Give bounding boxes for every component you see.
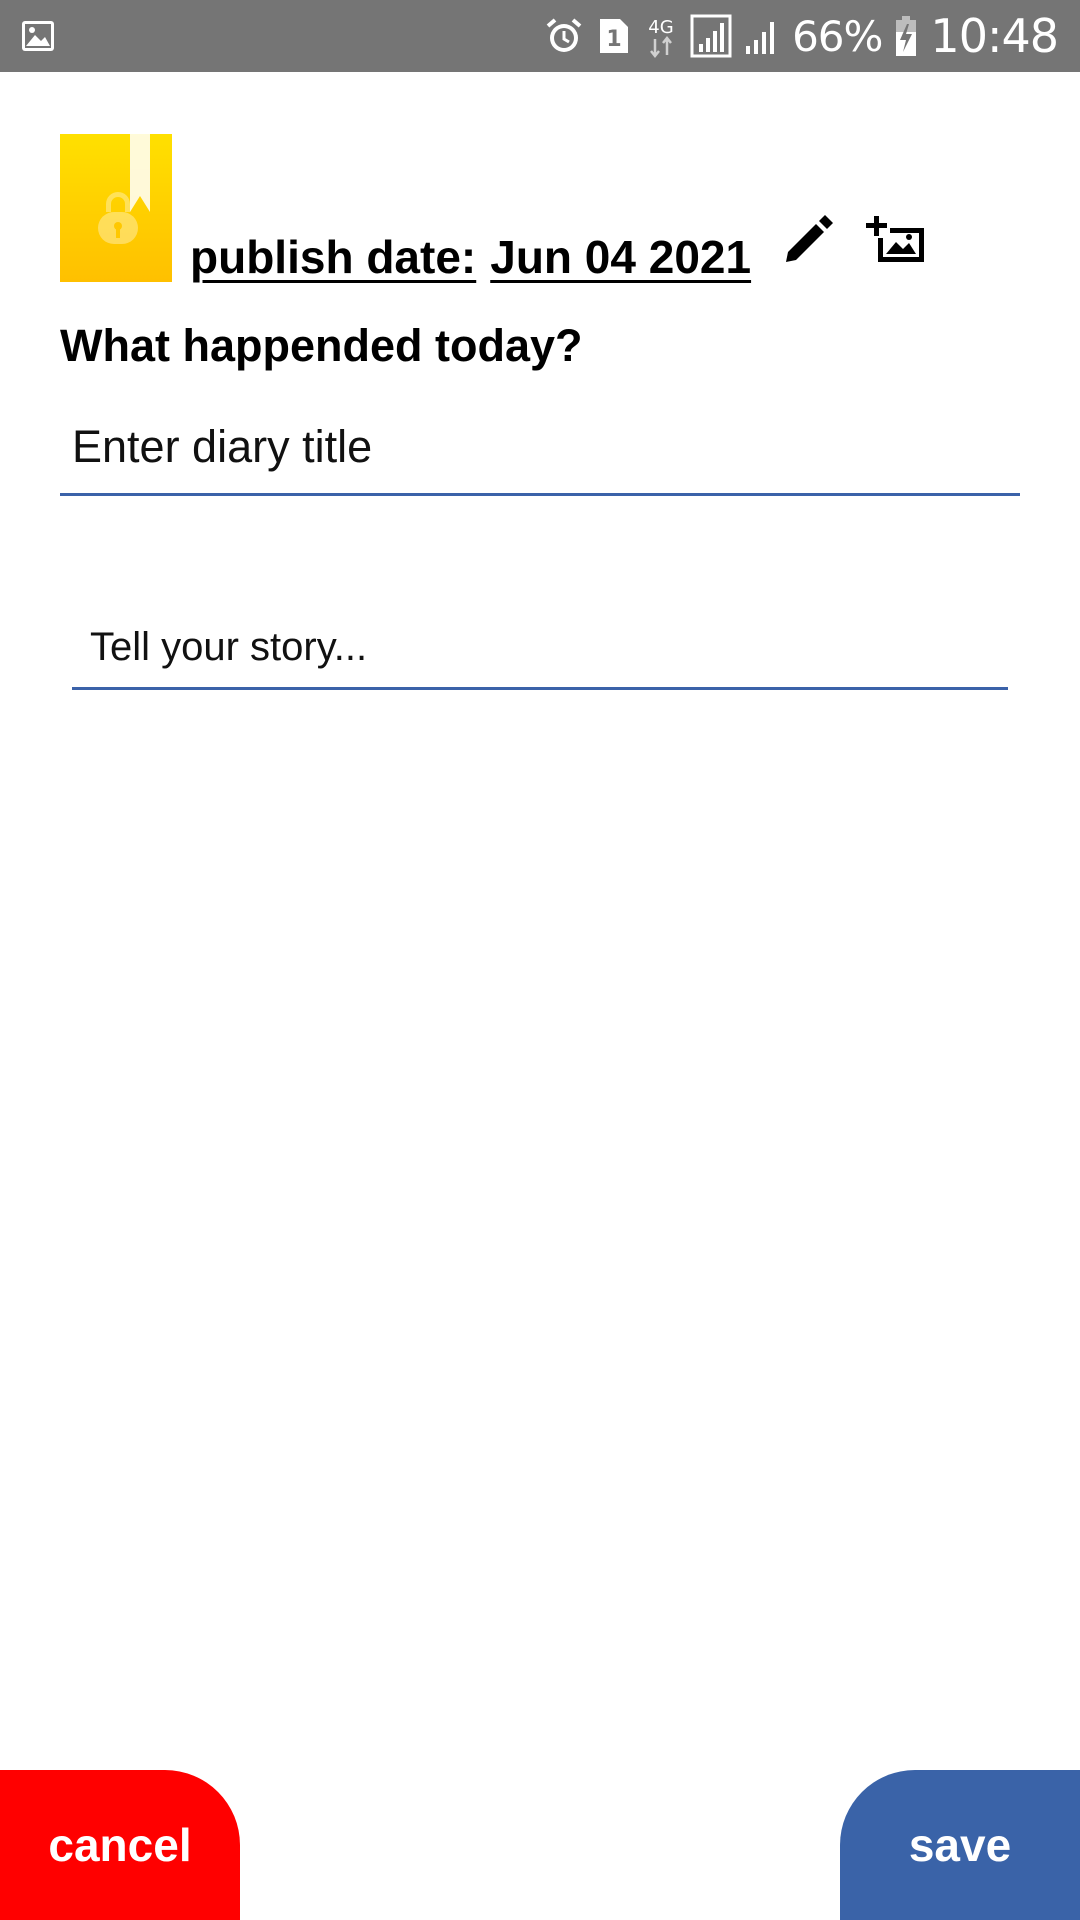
publish-date-value[interactable]: Jun 04 2021 <box>490 230 751 284</box>
sim-1-icon: 1 <box>600 19 629 53</box>
alarm-icon <box>546 18 582 52</box>
status-bar: 1 4G 66% 10:48 <box>0 0 1080 72</box>
page-title: What happended today? <box>60 320 583 371</box>
image-notification-icon <box>22 21 54 51</box>
publish-date-row: publish date: Jun 04 2021 <box>190 224 751 284</box>
publish-date-label: publish date: <box>190 231 477 283</box>
status-icons: 1 4G 66% 10:48 <box>544 0 1059 72</box>
clock: 10:48 <box>930 9 1059 63</box>
battery-charging-icon <box>896 16 917 56</box>
battery-percent: 66% <box>792 11 883 61</box>
signal-icon <box>690 14 732 58</box>
pencil-icon[interactable] <box>782 212 834 264</box>
story-input[interactable] <box>72 608 1008 690</box>
svg-text:4G: 4G <box>648 17 673 38</box>
save-button[interactable]: save <box>840 1770 1080 1920</box>
add-photo-icon[interactable] <box>866 212 930 268</box>
diary-title-input[interactable] <box>60 400 1020 496</box>
4g-data-icon: 4G <box>648 17 674 59</box>
signal-icon-2 <box>746 22 775 54</box>
cancel-button[interactable]: cancel <box>0 1770 240 1920</box>
svg-text:1: 1 <box>606 27 621 52</box>
diary-lock-logo-icon <box>60 134 172 282</box>
